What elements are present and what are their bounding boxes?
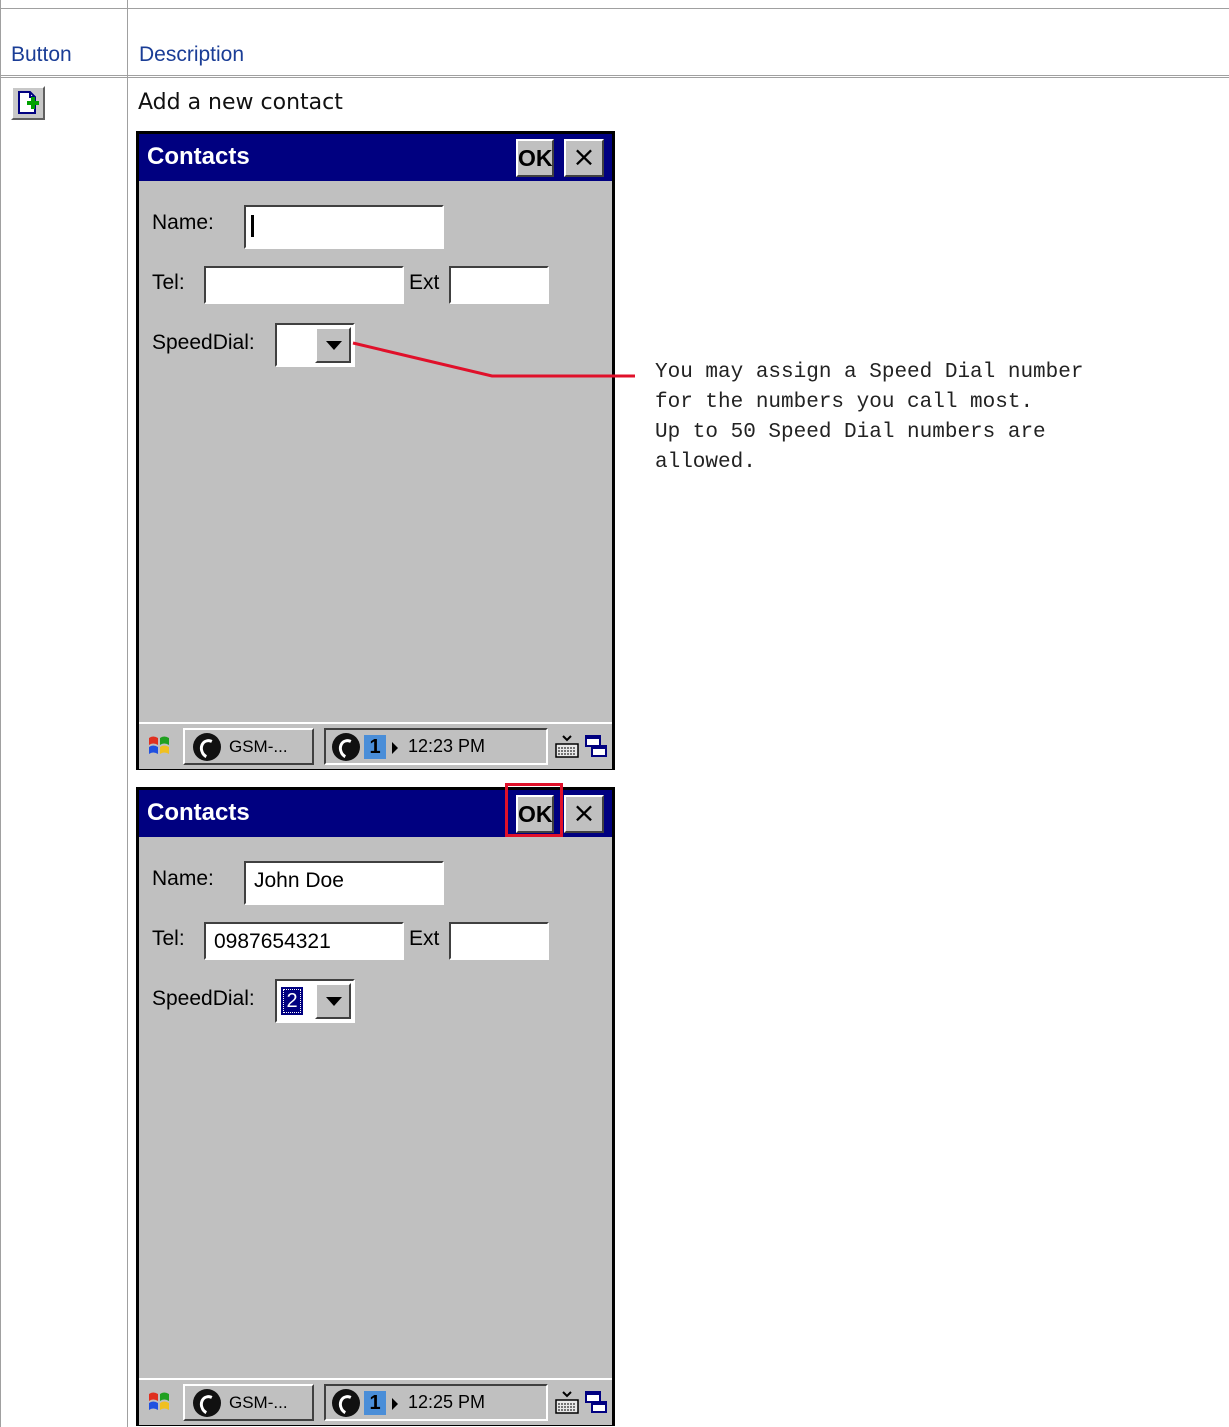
ok-button-highlight: [505, 783, 563, 837]
callout-connector: [352, 341, 635, 378]
speeddial-callout: You may assign a Speed Dial number for t…: [655, 361, 1084, 474]
